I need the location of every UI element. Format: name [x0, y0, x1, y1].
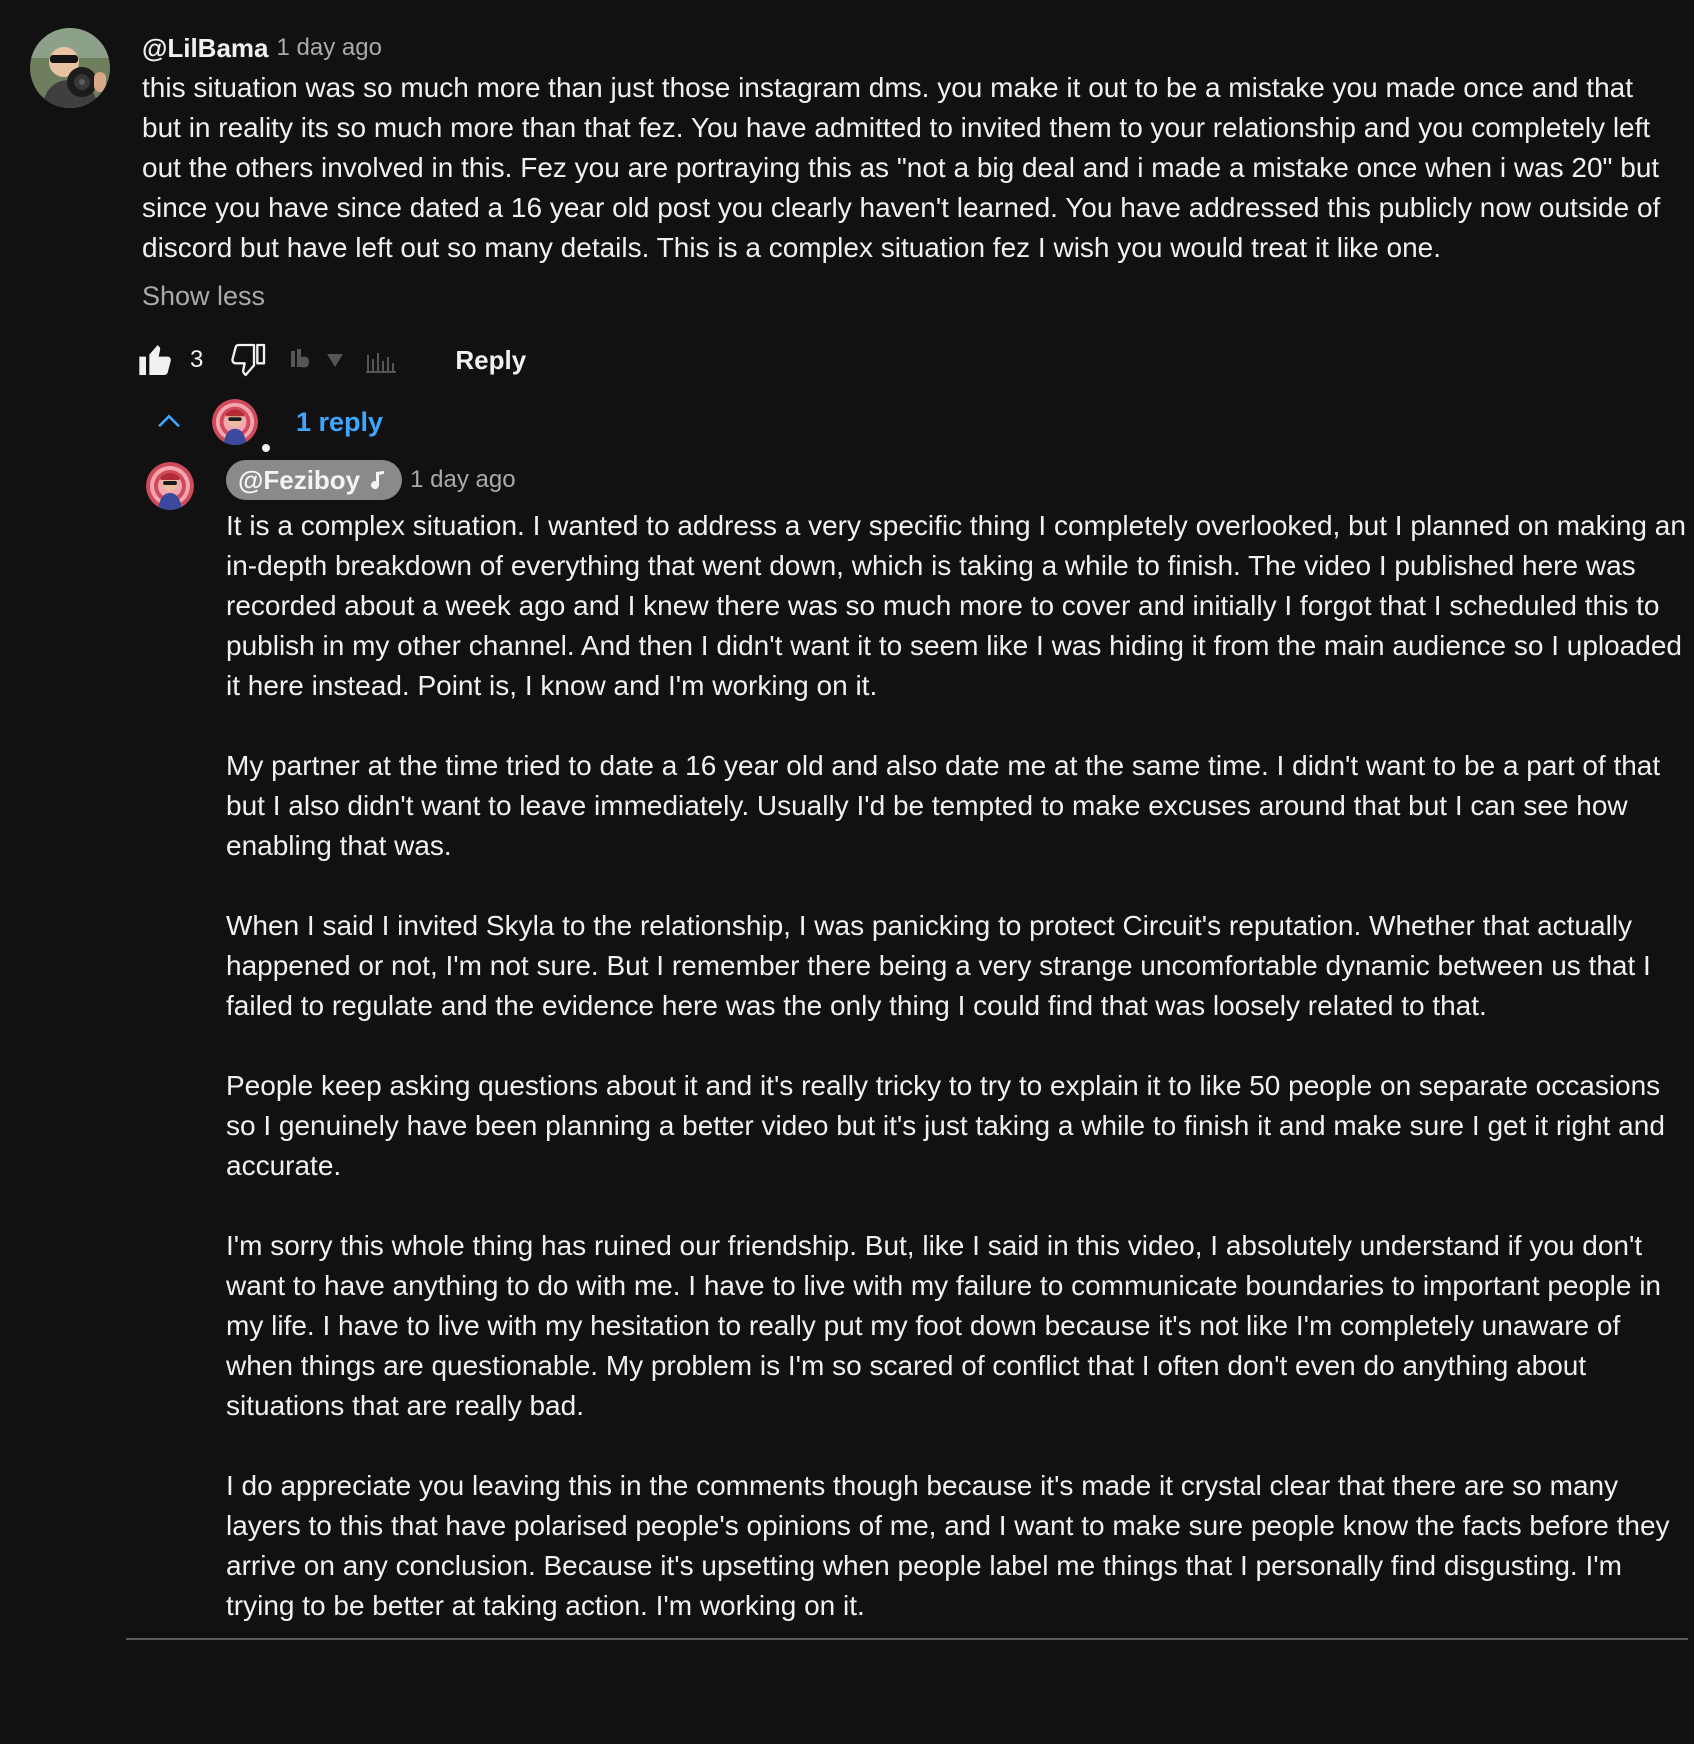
thumbs-down-icon[interactable] — [229, 340, 269, 380]
top-comment-body: @LilBama 1 day ago this situation was so… — [142, 28, 1672, 316]
comment-thread: @LilBama 1 day ago this situation was so… — [0, 0, 1694, 1744]
thumbs-up-icon[interactable] — [136, 340, 176, 380]
replies-count[interactable]: 1 reply — [296, 407, 383, 438]
triangle-down-icon[interactable] — [323, 348, 347, 372]
comment-action-bar: 3 Reply — [136, 338, 534, 382]
reply-paragraph: People keep asking questions about it an… — [226, 1070, 1665, 1181]
like-count: 3 — [190, 346, 204, 373]
reply-paragraph: I'm sorry this whole thing has ruined ou… — [226, 1230, 1661, 1421]
comment-author[interactable]: @LilBama — [142, 33, 269, 64]
reply-author: @Feziboy — [238, 464, 361, 495]
reply-paragraph: My partner at the time tried to date a 1… — [226, 750, 1661, 861]
replies-toggle[interactable]: 1 reply — [152, 396, 383, 448]
reply-text: It is a complex situation. I wanted to a… — [226, 506, 1686, 1626]
reply-timestamp[interactable]: 1 day ago — [410, 466, 515, 494]
creator-avatar-mini — [212, 399, 258, 445]
creator-author-chip[interactable]: @Feziboy — [226, 460, 403, 500]
chevron-up-icon[interactable] — [152, 405, 186, 439]
reply-header: @Feziboy 1 day ago — [226, 460, 1686, 500]
reply-paragraph: When I said I invited Skyla to the relat… — [226, 910, 1651, 1021]
show-less-button[interactable]: Show less — [142, 276, 1672, 316]
comment-timestamp[interactable]: 1 day ago — [277, 34, 382, 62]
reply-paragraph: I do appreciate you leaving this in the … — [226, 1470, 1670, 1621]
reply-author-avatar[interactable] — [146, 462, 194, 510]
reply-paragraph: It is a complex situation. I wanted to a… — [226, 510, 1686, 701]
reply-body: @Feziboy 1 day ago It is a complex situa… — [226, 460, 1686, 1626]
bar-chart-icon[interactable] — [363, 345, 397, 375]
creator-heart-dot — [262, 444, 270, 452]
reply-button[interactable]: Reply — [447, 339, 534, 382]
commenter-avatar[interactable] — [30, 28, 110, 108]
ib-logo-icon[interactable] — [287, 345, 317, 375]
music-note-icon — [368, 469, 388, 491]
thread-divider — [126, 1638, 1688, 1640]
comment-text: this situation was so much more than jus… — [142, 72, 1661, 263]
top-comment-header: @LilBama 1 day ago — [142, 28, 1672, 68]
